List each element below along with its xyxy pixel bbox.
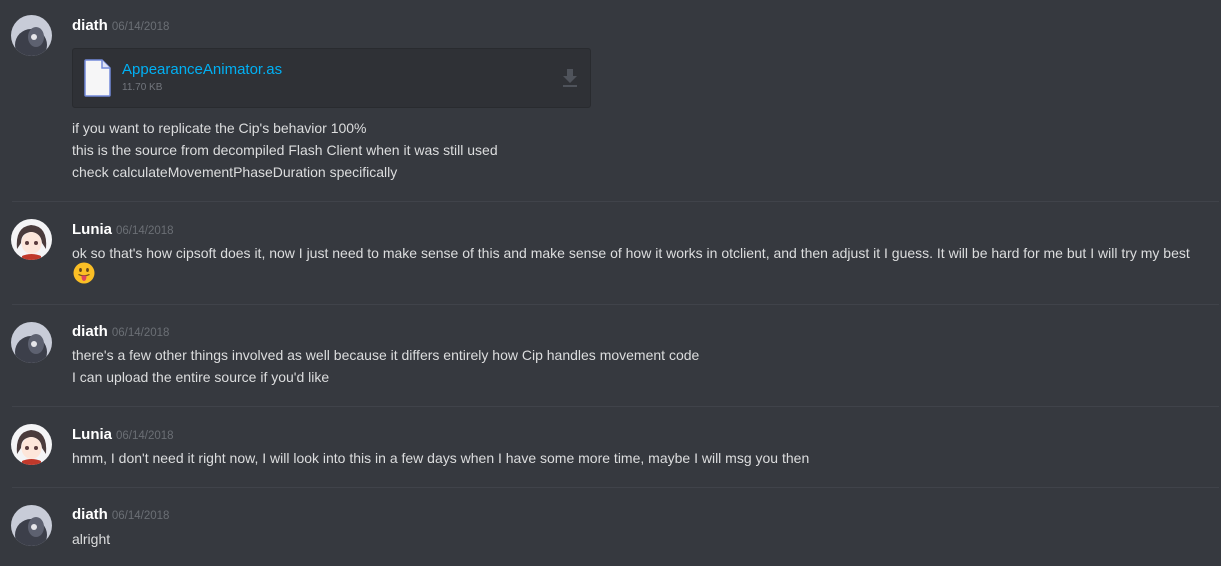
username[interactable]: diath (72, 323, 108, 340)
avatar[interactable] (11, 219, 52, 260)
username[interactable]: diath (72, 506, 108, 523)
message-group: diath 06/14/2018 alright (0, 488, 1221, 566)
timestamp: 06/14/2018 (111, 510, 170, 522)
download-icon[interactable] (561, 68, 579, 93)
timestamp: 06/14/2018 (111, 327, 170, 339)
tongue-out-emoji (73, 262, 95, 284)
message-text: this is the source from decompiled Flash… (72, 142, 498, 158)
message-text: if you want to replicate the Cip's behav… (72, 120, 367, 136)
avatar[interactable] (11, 424, 52, 465)
message-group: diath 06/14/2018 there's a few other thin… (0, 305, 1221, 407)
message-header: diath 06/14/2018 (72, 17, 169, 35)
username[interactable]: Lunia (72, 221, 112, 238)
file-size: 11.70 KB (122, 82, 163, 93)
message-text: hmm, I don't need it right now, I will l… (72, 450, 810, 466)
message-header: Lunia 06/14/2018 (72, 426, 174, 444)
timestamp: 06/14/2018 (116, 225, 174, 237)
avatar[interactable] (11, 322, 52, 363)
message-text: I can upload the entire source if you'd … (72, 369, 330, 385)
message-group: Lunia 06/14/2018 hmm, I don't need it rig… (0, 407, 1221, 487)
message-header: Lunia 06/14/2018 (72, 221, 174, 239)
avatar[interactable] (11, 505, 52, 546)
avatar[interactable] (11, 15, 52, 56)
timestamp: 06/14/2018 (111, 21, 170, 33)
message-text: there's a few other things involved as w… (72, 347, 700, 363)
message-group: diath 06/14/2018 AppearanceAnimator.as 11… (0, 0, 1221, 202)
timestamp: 06/14/2018 (116, 430, 174, 442)
file-name-link[interactable]: AppearanceAnimator.as (122, 61, 282, 78)
file-icon (84, 59, 111, 102)
username[interactable]: diath (72, 17, 108, 34)
message-text: check calculateMovementPhaseDuration spe… (72, 164, 398, 180)
message-text: ok so that's how cipsoft does it, now I … (72, 245, 1190, 261)
file-attachment: AppearanceAnimator.as 11.70 KB (72, 48, 591, 108)
username[interactable]: Lunia (72, 426, 112, 443)
message-text: alright (72, 531, 111, 547)
message-header: diath 06/14/2018 (72, 323, 169, 341)
message-header: diath 06/14/2018 (72, 506, 169, 524)
message-group: Lunia 06/14/2018 ok so that's how cipsoft… (0, 202, 1221, 304)
